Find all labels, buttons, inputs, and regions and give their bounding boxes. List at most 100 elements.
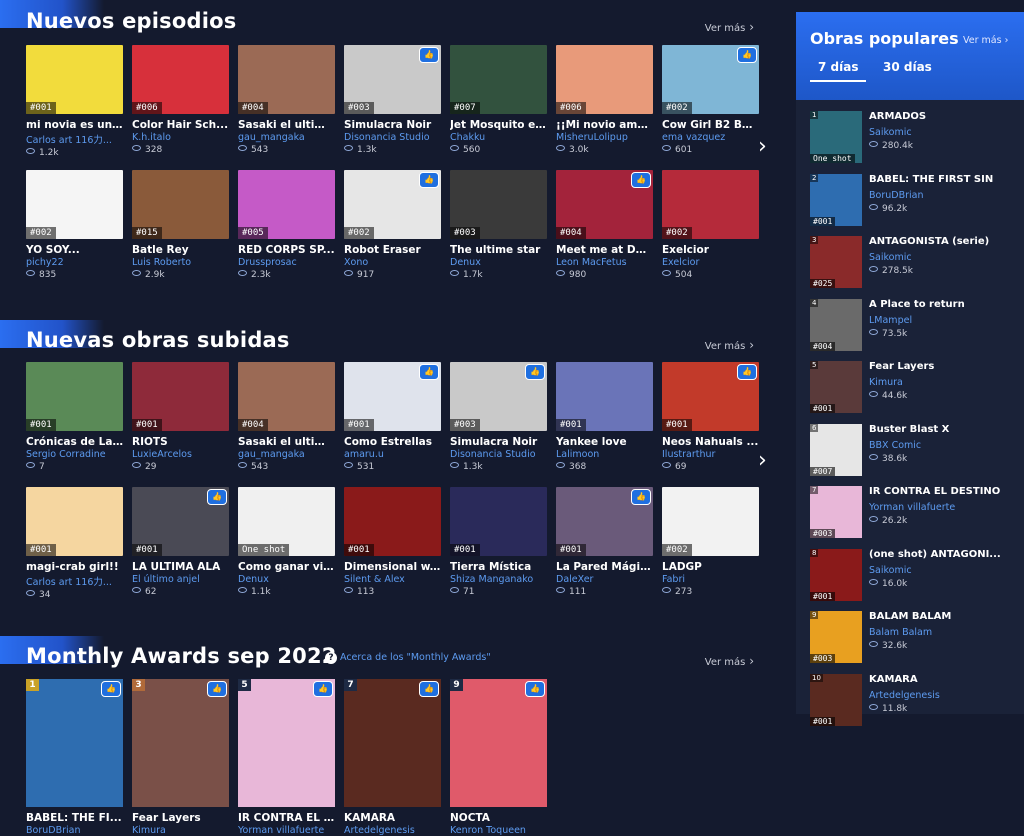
card-title[interactable]: ¡¡Mi novio ame... [556, 119, 653, 131]
award-cover-image[interactable]: 5 👍 [238, 679, 335, 807]
comic-card[interactable]: #004 👍 Meet me at Da... Leon MacFetus 980 [556, 170, 653, 280]
card-title[interactable]: YO SOY... [26, 244, 123, 256]
comic-card[interactable]: #003 The ultime star Denux 1.7k [450, 170, 547, 280]
popular-author[interactable]: BoruDBrian [869, 190, 923, 201]
cover-image[interactable]: #007 [450, 45, 547, 114]
cover-image[interactable]: #004 [238, 362, 335, 431]
next-arrow-icon[interactable]: › [758, 134, 767, 159]
tab-7-days[interactable]: 7 días [809, 60, 868, 82]
card-author[interactable]: gau_mangaka [238, 132, 335, 143]
card-author[interactable]: Chakku [450, 132, 547, 143]
popular-cover-image[interactable]: 5 #001 [810, 361, 862, 413]
card-author[interactable]: Denux [450, 257, 547, 268]
comic-card[interactable]: #001 Tierra Mística Shiza Manganako 71 [450, 487, 547, 600]
popular-item[interactable]: 8 #001 (one shot) ANTAGONI... Saikomic 16.0k [810, 548, 1020, 601]
popular-cover-image[interactable]: 9 #003 [810, 611, 862, 663]
card-title[interactable]: Neos Nahuals ... [662, 436, 759, 448]
popular-item[interactable]: 1 One shot ARMADOS Saikomic 280.4k [810, 111, 1020, 163]
popular-author[interactable]: Saikomic [869, 252, 912, 263]
card-author[interactable]: Denux [238, 574, 335, 585]
cover-image[interactable]: #001 [26, 45, 123, 114]
award-cover-image[interactable]: 1 👍 [26, 679, 123, 807]
comic-card[interactable]: One shot Como ganar vi... Denux 1.1k [238, 487, 335, 600]
award-cover-image[interactable]: 9 👍 [450, 679, 547, 807]
comic-card[interactable]: #015 Batle Rey Luis Roberto 2.9k [132, 170, 229, 280]
card-author[interactable]: Yorman villafuerte [238, 825, 335, 836]
comic-card[interactable]: #004 Sasaki el ultim... gau_mangaka 543 [238, 362, 335, 472]
award-card[interactable]: 5 👍 IR CONTRA EL ... Yorman villafuerte [238, 679, 335, 836]
comic-card[interactable]: #002 LADGP Fabri 273 [662, 487, 759, 600]
comic-card[interactable]: #003 👍 Simulacra Noir Disonancia Studio 1.3k [344, 45, 441, 158]
card-author[interactable]: Silent & Alex [344, 574, 441, 585]
cover-image[interactable]: #001 [556, 362, 653, 431]
card-author[interactable]: Xono [344, 257, 441, 268]
comic-card[interactable]: #001 Dimensional w... Silent & Alex 113 [344, 487, 441, 600]
popular-title[interactable]: A Place to return [869, 299, 1019, 310]
card-author[interactable]: Sergio Corradine [26, 449, 123, 460]
card-title[interactable]: Simulacra Noir [344, 119, 441, 131]
card-author[interactable]: Luis Roberto [132, 257, 229, 268]
popular-author[interactable]: Kimura [869, 377, 903, 388]
card-title[interactable]: Color Hair Sch... [132, 119, 229, 131]
award-card[interactable]: 3 👍 Fear Layers Kimura [132, 679, 229, 836]
cover-image[interactable]: #004 👍 [556, 170, 653, 239]
card-title[interactable]: magi-crab girl!! [26, 561, 123, 573]
card-title[interactable]: La Pared Mágica [556, 561, 653, 573]
popular-cover-image[interactable]: 6 #007 [810, 423, 862, 476]
card-author[interactable]: Disonancia Studio [344, 132, 441, 143]
popular-title[interactable]: (one shot) ANTAGONI... [869, 549, 1019, 560]
cover-image[interactable]: #001 [450, 487, 547, 556]
cover-image[interactable]: #002 👍 [344, 170, 441, 239]
comic-card[interactable]: #001 👍 LA ULTIMA ALA El último anjel 62 [132, 487, 229, 600]
comic-card[interactable]: #001 👍 Neos Nahuals ... Ilustrarthur 69 [662, 362, 759, 472]
card-title[interactable]: Batle Rey [132, 244, 229, 256]
cover-image[interactable]: #001 [132, 362, 229, 431]
award-cover-image[interactable]: 7 👍 [344, 679, 441, 807]
cover-image[interactable]: #002 👍 [662, 45, 759, 114]
card-title[interactable]: Sasaki el ultim... [238, 436, 335, 448]
popular-author[interactable]: Yorman villafuerte [869, 502, 955, 513]
card-author[interactable]: pichy22 [26, 257, 123, 268]
cover-image[interactable]: #006 [132, 45, 229, 114]
comic-card[interactable]: #007 Jet Mosquito e... Chakku 560 [450, 45, 547, 158]
popular-author[interactable]: Saikomic [869, 565, 912, 576]
card-title[interactable]: The ultime star [450, 244, 547, 256]
award-card[interactable]: 1 👍 BABEL: THE FI... BoruDBrian [26, 679, 123, 836]
card-author[interactable]: Shiza Manganako [450, 574, 547, 585]
comic-card[interactable]: #006 Color Hair Sch... K.h.italo 328 [132, 45, 229, 158]
cover-image[interactable]: #002 [662, 487, 759, 556]
card-author[interactable]: BoruDBrian [26, 825, 123, 836]
popular-cover-image[interactable]: 3 #025 [810, 236, 862, 288]
ver-mas-link[interactable]: Ver más [705, 338, 754, 352]
comic-card[interactable]: #001 RIOTS LuxieArcelos 29 [132, 362, 229, 472]
cover-image[interactable]: #002 [26, 170, 123, 239]
card-title[interactable]: NOCTA [450, 812, 547, 824]
cover-image[interactable]: #001 👍 [132, 487, 229, 556]
card-title[interactable]: Cow Girl B2 Bu... [662, 119, 759, 131]
tab-30-days[interactable]: 30 días [883, 60, 932, 74]
card-title[interactable]: Yankee love [556, 436, 653, 448]
popular-item[interactable]: 6 #007 Buster Blast X BBX Comic 38.6k [810, 423, 1020, 476]
card-title[interactable]: Como ganar vi... [238, 561, 335, 573]
popular-cover-image[interactable]: 1 One shot [810, 111, 862, 163]
card-author[interactable]: Carlos art 116力... [26, 574, 123, 588]
popular-author[interactable]: BBX Comic [869, 440, 921, 451]
card-title[interactable]: Robot Eraser [344, 244, 441, 256]
popular-item[interactable]: 9 #003 BALAM BALAM Balam Balam 32.6k [810, 611, 1020, 663]
cover-image[interactable]: #001 👍 [344, 362, 441, 431]
card-author[interactable]: Drussprosac [238, 257, 335, 268]
card-title[interactable]: Dimensional w... [344, 561, 441, 573]
ver-mas-link[interactable]: Ver más [705, 654, 754, 668]
popular-cover-image[interactable]: 4 #004 [810, 298, 862, 351]
card-title[interactable]: LA ULTIMA ALA [132, 561, 229, 573]
popular-title[interactable]: Fear Layers [869, 361, 1019, 372]
card-author[interactable]: DaleXer [556, 574, 653, 585]
award-card[interactable]: 9 👍 NOCTA Kenron Toqueen [450, 679, 547, 836]
comic-card[interactable]: #002 👍 Robot Eraser Xono 917 [344, 170, 441, 280]
comic-card[interactable]: #006 ¡¡Mi novio ame... MisheruLolipup 3.0k [556, 45, 653, 158]
ver-mas-link[interactable]: Ver más [705, 20, 754, 34]
card-author[interactable]: Artedelgenesis [344, 825, 441, 836]
card-author[interactable]: MisheruLolipup [556, 132, 653, 143]
popular-title[interactable]: IR CONTRA EL DESTINO [869, 486, 1019, 497]
cover-image[interactable]: One shot [238, 487, 335, 556]
